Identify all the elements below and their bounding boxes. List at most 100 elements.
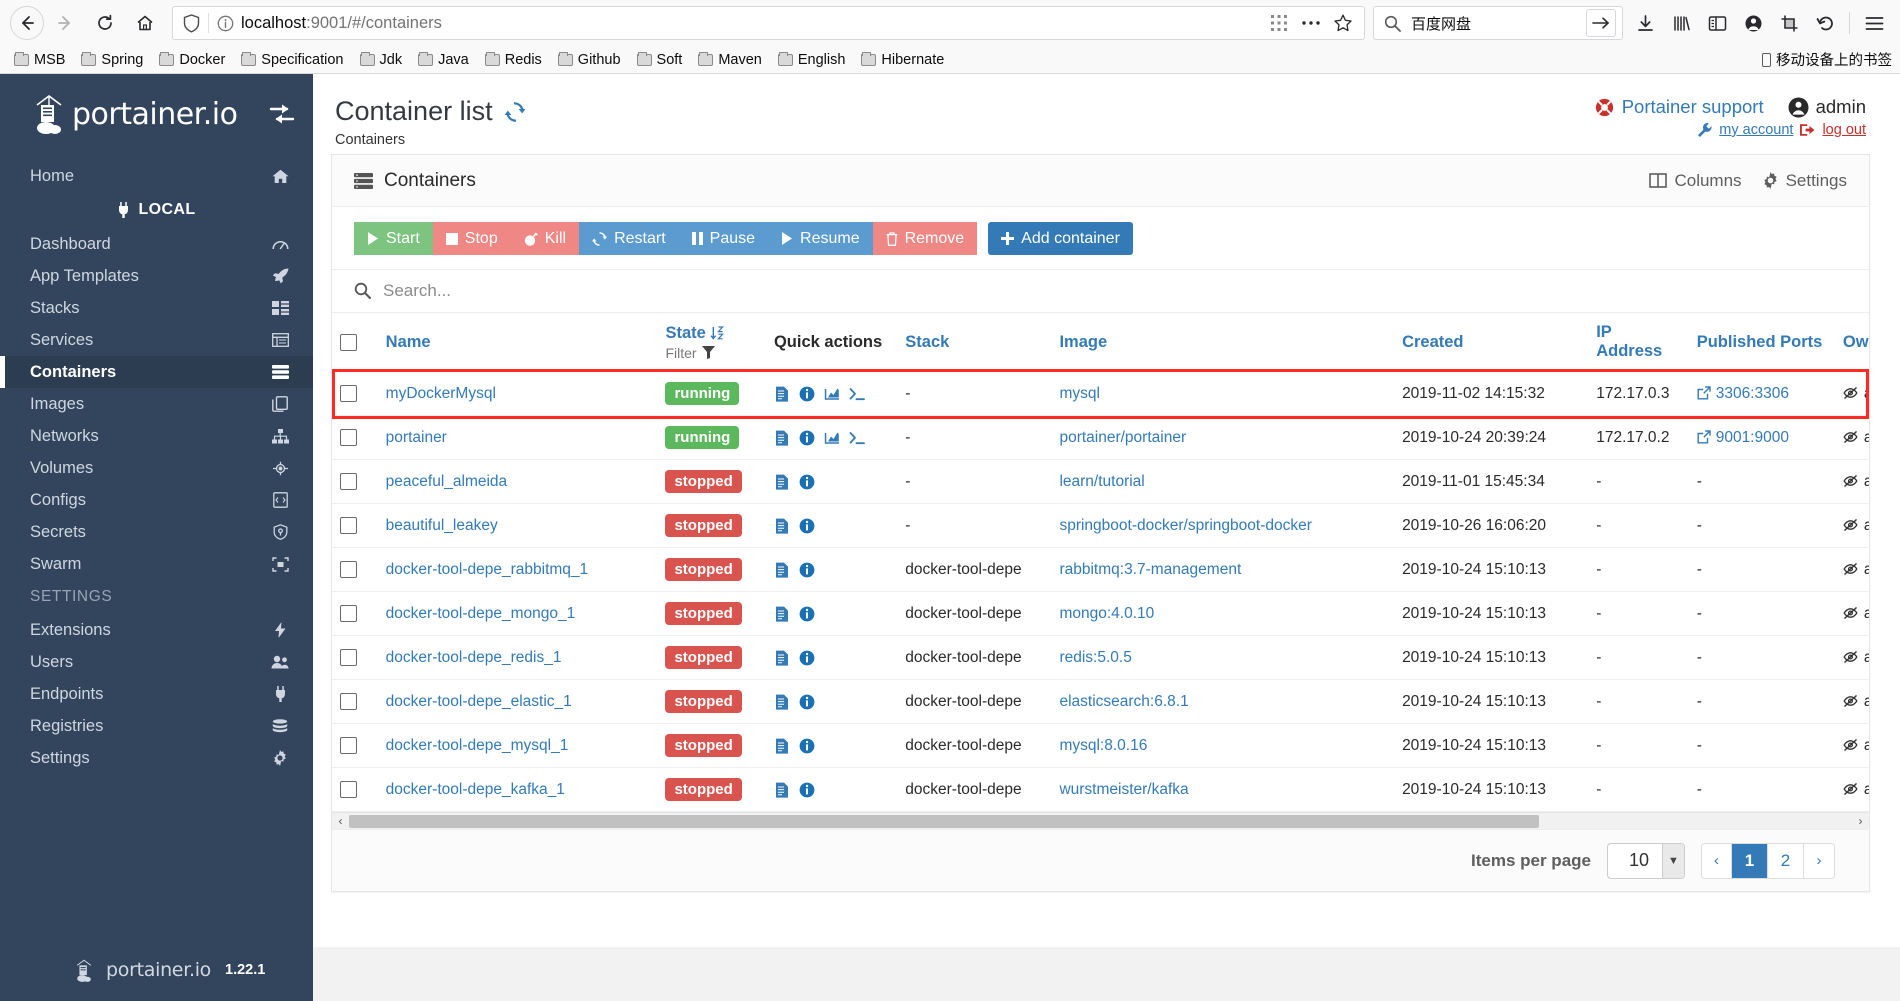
bookmark-star-icon[interactable] bbox=[1328, 9, 1358, 37]
kill-button[interactable]: Kill bbox=[510, 222, 580, 255]
header-created[interactable]: Created bbox=[1394, 313, 1589, 372]
port-link[interactable]: 3306:3306 bbox=[1716, 385, 1789, 402]
sidebar-collapse-icon[interactable] bbox=[269, 103, 295, 125]
mobile-bookmarks-item[interactable]: 移动设备上的书签 bbox=[1762, 49, 1892, 70]
row-checkbox[interactable] bbox=[340, 472, 357, 490]
table-row[interactable]: myDockerMysql running - mysql 2019-11-02 14:… bbox=[332, 371, 1869, 416]
browser-search-bar[interactable]: 百度网盘 bbox=[1373, 6, 1623, 40]
port-link[interactable]: 9001:9000 bbox=[1716, 429, 1789, 446]
logs-icon[interactable] bbox=[774, 606, 790, 622]
bookmark-item[interactable]: Redis bbox=[479, 49, 548, 71]
refresh-icon[interactable] bbox=[503, 101, 525, 123]
sidebar-item-registries[interactable]: Registries bbox=[0, 710, 313, 742]
table-row[interactable]: beautiful_leakey stopped - springboot-docke… bbox=[332, 503, 1869, 548]
sidebar-item-endpoints[interactable]: Endpoints bbox=[0, 678, 313, 710]
container-name-link[interactable]: docker-tool-depe_kafka_1 bbox=[386, 781, 565, 798]
my-account-link[interactable]: my account bbox=[1719, 122, 1793, 138]
console-icon[interactable] bbox=[849, 386, 865, 402]
undo-close-tab-icon[interactable] bbox=[1809, 7, 1841, 39]
sidebar-item-containers[interactable]: Containers bbox=[0, 356, 313, 388]
logs-icon[interactable] bbox=[774, 518, 790, 534]
page-prev-button[interactable]: ‹ bbox=[1702, 843, 1732, 878]
settings-button[interactable]: Settings bbox=[1762, 171, 1847, 191]
search-row[interactable]: Search... bbox=[332, 269, 1869, 313]
sidebar-item-extensions[interactable]: Extensions bbox=[0, 614, 313, 646]
row-checkbox[interactable] bbox=[340, 780, 357, 798]
stop-button[interactable]: Stop bbox=[432, 222, 511, 255]
logs-icon[interactable] bbox=[774, 474, 790, 490]
inspect-icon[interactable] bbox=[799, 386, 815, 402]
scrollbar-thumb[interactable] bbox=[349, 814, 1539, 828]
sort-icon[interactable] bbox=[710, 325, 724, 341]
image-link[interactable]: elasticsearch:6.8.1 bbox=[1059, 693, 1188, 710]
container-name-link[interactable]: docker-tool-depe_mysql_1 bbox=[386, 737, 569, 754]
page-button-2[interactable]: 2 bbox=[1768, 843, 1804, 878]
bookmark-item[interactable]: Soft bbox=[631, 49, 689, 71]
bookmark-item[interactable]: Docker bbox=[153, 49, 231, 71]
filter-icon[interactable] bbox=[701, 346, 715, 359]
account-icon[interactable] bbox=[1737, 7, 1769, 39]
reload-button[interactable] bbox=[86, 4, 124, 42]
image-link[interactable]: mysql bbox=[1059, 385, 1099, 402]
container-name-link[interactable]: peaceful_almeida bbox=[386, 473, 508, 490]
sidebar-item-networks[interactable]: Networks bbox=[0, 420, 313, 452]
table-row[interactable]: docker-tool-depe_elastic_1 stopped docker-… bbox=[332, 679, 1869, 724]
menu-icon[interactable] bbox=[1858, 7, 1890, 39]
table-row[interactable]: docker-tool-depe_mysql_1 stopped docker-to… bbox=[332, 723, 1869, 768]
header-image[interactable]: Image bbox=[1051, 313, 1395, 372]
downloads-icon[interactable] bbox=[1629, 7, 1661, 39]
page-button-1[interactable]: 1 bbox=[1732, 843, 1768, 878]
add-container-button[interactable]: Add container bbox=[988, 222, 1133, 255]
image-link[interactable]: wurstmeister/kafka bbox=[1059, 781, 1188, 798]
log-out-link[interactable]: log out bbox=[1822, 122, 1866, 138]
sidebar-item-settings[interactable]: Settings bbox=[0, 742, 313, 774]
select-all-checkbox[interactable] bbox=[340, 333, 357, 351]
inspect-icon[interactable] bbox=[799, 606, 815, 622]
sidebar-item-swarm[interactable]: Swarm bbox=[0, 548, 313, 580]
sidebar-toggle-icon[interactable] bbox=[1701, 7, 1733, 39]
inspect-icon[interactable] bbox=[799, 518, 815, 534]
home-button[interactable] bbox=[126, 4, 164, 42]
sidebar-item-volumes[interactable]: Volumes bbox=[0, 452, 313, 484]
bookmark-item[interactable]: Maven bbox=[692, 49, 768, 71]
logs-icon[interactable] bbox=[774, 430, 790, 446]
sidebar-item-home[interactable]: Home bbox=[0, 160, 313, 192]
inspect-icon[interactable] bbox=[799, 650, 815, 666]
inspect-icon[interactable] bbox=[799, 430, 815, 446]
header-ip-address[interactable]: IP Address bbox=[1588, 313, 1689, 372]
header-stack[interactable]: Stack bbox=[897, 313, 1052, 372]
resume-button[interactable]: Resume bbox=[768, 222, 873, 255]
table-row[interactable]: docker-tool-depe_mongo_1 stopped docker-to… bbox=[332, 591, 1869, 636]
columns-button[interactable]: Columns bbox=[1649, 171, 1742, 191]
container-name-link[interactable]: portainer bbox=[386, 429, 447, 446]
sidebar-logo[interactable]: portainer.io bbox=[0, 74, 313, 154]
info-icon[interactable] bbox=[215, 15, 241, 32]
inspect-icon[interactable] bbox=[799, 474, 815, 490]
inspect-icon[interactable] bbox=[799, 562, 815, 578]
page-actions-icon[interactable] bbox=[1296, 9, 1326, 37]
library-icon[interactable] bbox=[1665, 7, 1697, 39]
items-per-page-select[interactable]: 10 ▼ bbox=[1607, 842, 1685, 879]
back-button[interactable] bbox=[10, 6, 44, 40]
row-checkbox[interactable] bbox=[340, 648, 357, 666]
scrollbar-track[interactable] bbox=[349, 814, 1852, 828]
user-menu[interactable]: admin bbox=[1788, 96, 1866, 118]
logs-icon[interactable] bbox=[774, 386, 790, 402]
bookmark-item[interactable]: MSB bbox=[8, 49, 71, 71]
page-next-button[interactable]: › bbox=[1804, 843, 1834, 878]
search-input[interactable]: Search... bbox=[383, 281, 451, 301]
image-link[interactable]: redis:5.0.5 bbox=[1059, 649, 1131, 666]
address-bar[interactable]: localhost:9001/#/containers bbox=[172, 6, 1365, 40]
row-checkbox[interactable] bbox=[340, 692, 357, 710]
header-state[interactable]: State Filter bbox=[657, 313, 766, 372]
inspect-icon[interactable] bbox=[799, 694, 815, 710]
container-name-link[interactable]: docker-tool-depe_elastic_1 bbox=[386, 693, 572, 710]
table-row[interactable]: docker-tool-depe_redis_1 stopped docker-to… bbox=[332, 635, 1869, 680]
image-link[interactable]: mongo:4.0.10 bbox=[1059, 605, 1154, 622]
bookmark-item[interactable]: Java bbox=[412, 49, 475, 71]
search-go-button[interactable] bbox=[1586, 9, 1616, 37]
bookmark-item[interactable]: Spring bbox=[75, 49, 149, 71]
logs-icon[interactable] bbox=[774, 650, 790, 666]
qr-code-icon[interactable] bbox=[1264, 9, 1294, 37]
bookmark-item[interactable]: Github bbox=[552, 49, 627, 71]
